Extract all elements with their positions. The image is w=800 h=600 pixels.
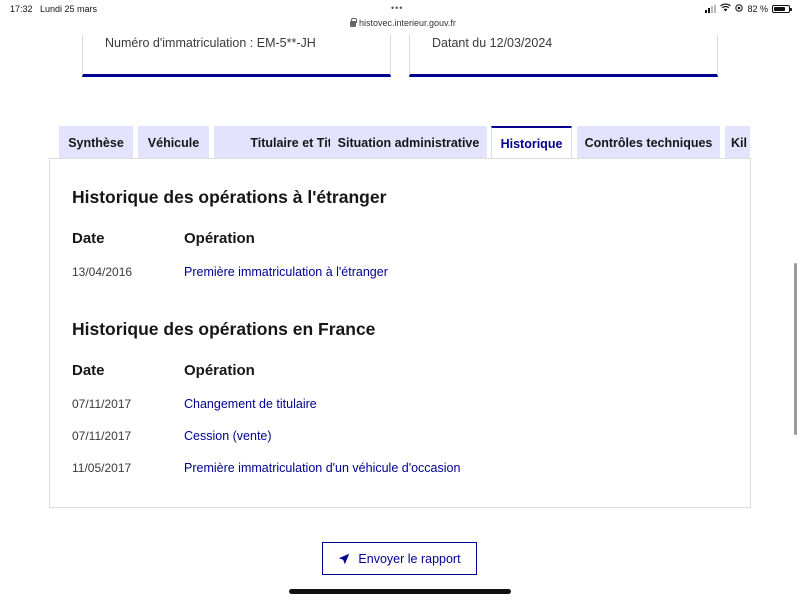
france-row-operation: Première immatriculation d'un véhicule d… (184, 461, 461, 475)
tab-historique[interactable]: Historique (491, 126, 572, 159)
france-row-operation: Changement de titulaire (184, 397, 317, 411)
tab-kilometrage[interactable]: Kil (725, 126, 750, 159)
status-indicators: 82 % (705, 3, 792, 14)
france-row-date: 11/05/2017 (72, 461, 132, 475)
historique-panel: Historique des opérations à l'étranger D… (49, 158, 751, 508)
foreign-row-date: 13/04/2016 (72, 265, 133, 279)
send-icon (339, 553, 350, 564)
france-col-date: Date (72, 362, 105, 379)
status-time: 17:32 (10, 4, 33, 14)
location-icon (735, 3, 744, 14)
registration-card: Numéro d'immatriculation : EM-5**-JH (82, 34, 391, 77)
battery-percent: 82 % (747, 3, 768, 14)
tab-controles-techniques[interactable]: Contrôles techniques (577, 126, 720, 159)
france-row-operation: Cession (vente) (184, 429, 272, 443)
status-bar: 17:32 Lundi 25 mars ••• histovec.interie… (0, 0, 800, 34)
foreign-col-operation: Opération (184, 230, 255, 247)
tab-synthese[interactable]: Synthèse (59, 126, 133, 159)
address-bar[interactable]: histovec.interieur.gouv.fr (350, 18, 456, 28)
foreign-history-title: Historique des opérations à l'étranger (72, 187, 387, 207)
status-date: Lundi 25 mars (40, 4, 98, 14)
france-history-title: Historique des opérations en France (72, 319, 376, 339)
tab-situation-administrative[interactable]: Situation administrative (330, 126, 487, 159)
scrollbar[interactable] (794, 263, 797, 435)
tab-bar: Synthèse Véhicule Titulaire et Titre Sit… (59, 126, 750, 159)
wifi-icon (720, 3, 732, 14)
report-date-card: Datant du 12/03/2024 (409, 34, 718, 77)
browser-menu-dots[interactable]: ••• (391, 3, 403, 13)
battery-icon (772, 4, 792, 13)
france-row-date: 07/11/2017 (72, 429, 132, 443)
send-report-button[interactable]: Envoyer le rapport (322, 542, 477, 575)
foreign-col-date: Date (72, 230, 105, 247)
home-indicator[interactable] (289, 589, 511, 594)
registration-number: Numéro d'immatriculation : EM-5**-JH (105, 36, 316, 50)
france-col-operation: Opération (184, 362, 255, 379)
tab-vehicule[interactable]: Véhicule (138, 126, 209, 159)
foreign-row-operation: Première immatriculation à l'étranger (184, 265, 388, 279)
report-date: Datant du 12/03/2024 (432, 36, 553, 50)
lock-icon (350, 18, 357, 27)
send-report-label: Envoyer le rapport (358, 551, 461, 566)
france-row-date: 07/11/2017 (72, 397, 132, 411)
address-url: histovec.interieur.gouv.fr (359, 18, 456, 28)
signal-icon (705, 4, 717, 13)
